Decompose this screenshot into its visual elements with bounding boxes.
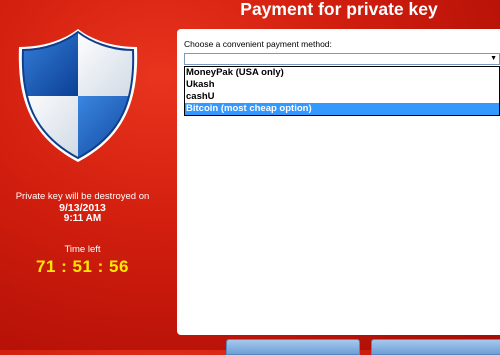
- countdown-timer: 71 : 51 : 56: [36, 257, 129, 276]
- payment-panel: Choose a convenient payment method: ▼ Mo…: [177, 29, 500, 335]
- option-moneypak[interactable]: MoneyPak (USA only): [185, 67, 499, 79]
- left-panel: Private key will be destroyed on 9/13/20…: [0, 0, 165, 350]
- next-button[interactable]: [371, 339, 500, 355]
- option-ukash[interactable]: Ukash: [185, 79, 499, 91]
- page-title: Payment for private key: [240, 0, 438, 19]
- payment-method-label: Choose a convenient payment method:: [184, 39, 332, 49]
- chevron-down-icon[interactable]: ▼: [490, 53, 497, 65]
- payment-method-dropdown: MoneyPak (USA only) Ukash cashU Bitcoin …: [184, 66, 500, 116]
- destroy-label: Private key will be destroyed on: [15, 191, 150, 202]
- destroy-time: 9:11 AM: [63, 213, 102, 224]
- option-bitcoin[interactable]: Bitcoin (most cheap option): [185, 103, 499, 115]
- payment-method-select[interactable]: ▼: [184, 53, 500, 65]
- shield-logo-icon: [18, 29, 138, 162]
- back-button[interactable]: [226, 339, 360, 355]
- time-left-label: Time left: [64, 244, 101, 255]
- option-cashu[interactable]: cashU: [185, 91, 499, 103]
